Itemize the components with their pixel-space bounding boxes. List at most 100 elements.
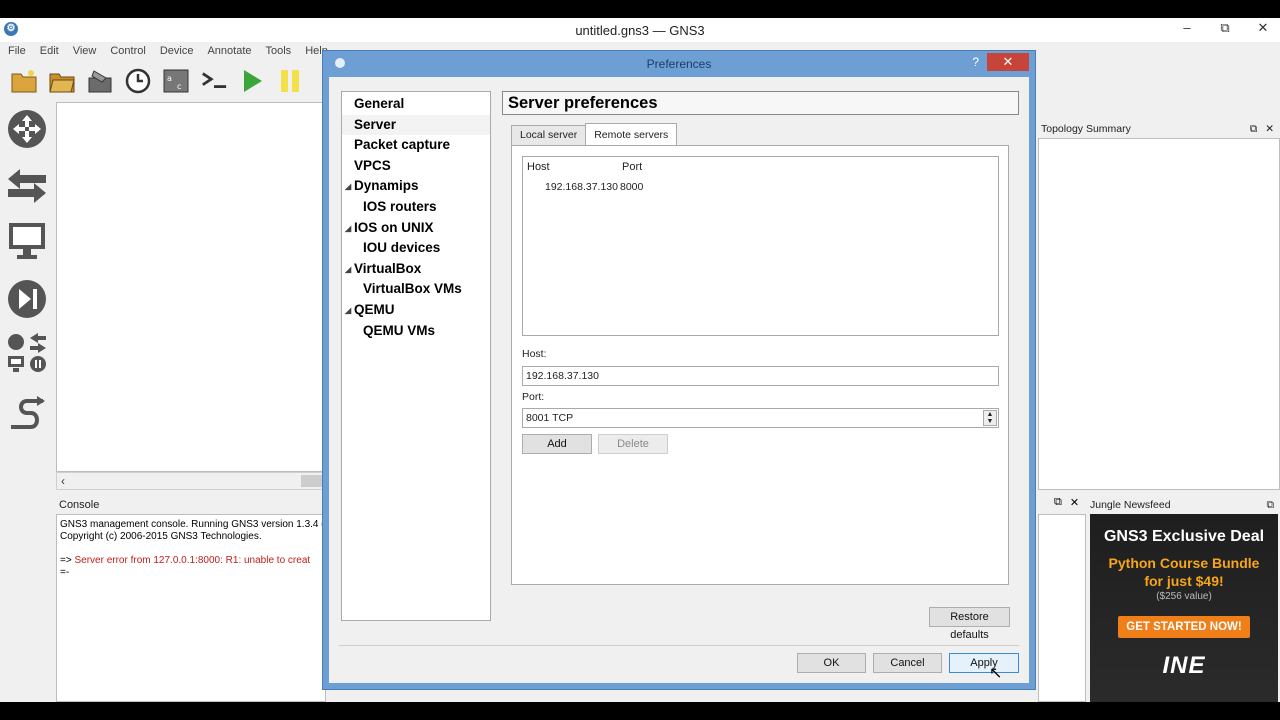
ad-offer-line1: Python Course Bundle bbox=[1108, 555, 1260, 571]
close-icon[interactable]: ✕ bbox=[1070, 496, 1079, 509]
tab-remote-servers[interactable]: Remote servers bbox=[585, 123, 678, 145]
expand-arrow-icon[interactable]: ◢ bbox=[345, 260, 351, 280]
switch-icon[interactable] bbox=[6, 164, 48, 206]
end-device-icon[interactable] bbox=[6, 220, 48, 262]
video-letterbox-bottom bbox=[0, 702, 1280, 720]
all-devices-icon[interactable] bbox=[6, 332, 48, 374]
nav-item-vpcs[interactable]: VPCS bbox=[342, 156, 490, 177]
newsfeed-title: Jungle Newsfeed ⧉ bbox=[1088, 496, 1280, 514]
tab-local-server[interactable]: Local server bbox=[511, 125, 587, 145]
ad-value: ($256 value) bbox=[1156, 591, 1212, 602]
port-spinner[interactable]: ▲ ▼ bbox=[983, 410, 997, 426]
scroll-left-icon[interactable]: ‹ bbox=[61, 474, 65, 488]
security-device-icon[interactable] bbox=[6, 278, 48, 320]
restore-defaults-button[interactable]: Restore defaults bbox=[929, 607, 1010, 641]
port-value: 8001 TCP bbox=[526, 412, 574, 424]
nav-item-ios-on-unix[interactable]: ◢ IOS on UNIX bbox=[342, 218, 490, 239]
canvas-horizontal-scrollbar[interactable]: ‹ bbox=[56, 472, 326, 490]
nav-item-iou-devices[interactable]: IOU devices bbox=[342, 238, 490, 259]
server-tabs: Local server Remote servers bbox=[511, 123, 678, 145]
console-dock-title: Console bbox=[56, 496, 326, 514]
remote-servers-panel: Host Port 192.168.37.130 8000 Host: 192.… bbox=[511, 145, 1009, 585]
table-row[interactable]: 192.168.37.130 8000 bbox=[545, 181, 643, 193]
snapshot-icon[interactable] bbox=[124, 67, 152, 95]
screenshot-icon[interactable]: ac bbox=[162, 67, 190, 95]
close-button[interactable]: ✕ bbox=[1256, 20, 1270, 36]
column-header-port[interactable]: Port bbox=[622, 161, 642, 173]
preferences-dialog: Preferences ? ✕ General Server Packet ca… bbox=[322, 50, 1036, 690]
new-project-icon[interactable] bbox=[10, 67, 38, 95]
cancel-button[interactable]: Cancel bbox=[873, 653, 942, 673]
open-project-icon[interactable] bbox=[48, 67, 76, 95]
nav-item-qemu-vms[interactable]: QEMU VMs bbox=[342, 321, 490, 342]
expand-arrow-icon[interactable]: ◢ bbox=[345, 301, 351, 321]
newsfeed-ad[interactable]: GNS3 Exclusive Deal Python Course Bundle… bbox=[1090, 514, 1278, 702]
column-header-host[interactable]: Host bbox=[527, 161, 622, 173]
console-prompt: => bbox=[60, 555, 72, 566]
host-label: Host: bbox=[522, 348, 547, 360]
server-host-cell: 192.168.37.130 bbox=[545, 181, 618, 193]
suspend-all-icon[interactable] bbox=[276, 67, 304, 95]
port-input[interactable]: 8001 TCP ▲ ▼ bbox=[522, 408, 999, 428]
console-error-line: => Server error from 127.0.0.1:8000: R1:… bbox=[60, 555, 322, 567]
undock-icon[interactable]: ⧉ bbox=[1250, 120, 1258, 138]
menu-view[interactable]: View bbox=[73, 45, 97, 57]
menu-tools[interactable]: Tools bbox=[266, 45, 292, 57]
main-toolbar: ac bbox=[0, 61, 340, 101]
help-button[interactable]: ? bbox=[972, 55, 979, 69]
delete-button[interactable]: Delete bbox=[598, 434, 668, 454]
title-bar: ⚙ untitled.gns3 — GNS3 – ⧉ ✕ bbox=[0, 18, 1280, 42]
nav-item-qemu[interactable]: ◢ QEMU bbox=[342, 300, 490, 321]
expand-arrow-icon[interactable]: ◢ bbox=[345, 219, 351, 239]
undock-icon[interactable]: ⧉ bbox=[1267, 496, 1275, 514]
add-link-icon[interactable] bbox=[6, 396, 48, 438]
video-letterbox-top bbox=[0, 0, 1280, 18]
dialog-title-bar: Preferences bbox=[323, 51, 1035, 77]
ok-button[interactable]: OK bbox=[797, 653, 866, 673]
nav-item-general[interactable]: General bbox=[342, 94, 490, 115]
console-all-icon[interactable] bbox=[200, 67, 228, 95]
window-title: untitled.gns3 — GNS3 bbox=[575, 23, 705, 38]
expand-arrow-icon[interactable]: ◢ bbox=[345, 177, 351, 197]
router-icon[interactable] bbox=[6, 108, 48, 150]
menu-edit[interactable]: Edit bbox=[40, 45, 59, 57]
console-error-text: Server error from 127.0.0.1:8000: R1: un… bbox=[74, 555, 311, 566]
menu-control[interactable]: Control bbox=[110, 45, 145, 57]
restore-button[interactable]: ⧉ bbox=[1218, 20, 1232, 36]
nav-item-ios-routers[interactable]: IOS routers bbox=[342, 197, 490, 218]
gns3-main-window: ⚙ untitled.gns3 — GNS3 – ⧉ ✕ File Edit V… bbox=[0, 18, 1280, 702]
close-icon[interactable]: ✕ bbox=[1265, 120, 1274, 138]
console-input-line[interactable]: =- bbox=[60, 567, 322, 579]
ine-logo: INE bbox=[1162, 652, 1206, 679]
ad-cta-button[interactable]: GET STARTED NOW! bbox=[1118, 616, 1250, 638]
svg-text:c: c bbox=[177, 82, 181, 91]
host-input[interactable]: 192.168.37.130 bbox=[522, 366, 999, 386]
undock-icon[interactable]: ⧉ bbox=[1054, 496, 1062, 509]
save-project-icon[interactable] bbox=[86, 67, 114, 95]
server-list-header: Host Port bbox=[527, 161, 642, 173]
menu-annotate[interactable]: Annotate bbox=[207, 45, 251, 57]
svg-text:a: a bbox=[167, 74, 172, 83]
dialog-app-icon bbox=[335, 58, 345, 68]
console-output[interactable]: GNS3 management console. Running GNS3 ve… bbox=[56, 514, 326, 702]
start-all-icon[interactable] bbox=[238, 67, 266, 95]
device-dock bbox=[0, 102, 54, 482]
menu-file[interactable]: File bbox=[8, 45, 26, 57]
nav-item-virtualbox[interactable]: ◢ VirtualBox bbox=[342, 259, 490, 280]
dialog-title: Preferences bbox=[646, 57, 712, 71]
menu-device[interactable]: Device bbox=[160, 45, 194, 57]
remote-server-list[interactable]: Host Port 192.168.37.130 8000 bbox=[522, 156, 999, 336]
nav-item-virtualbox-vms[interactable]: VirtualBox VMs bbox=[342, 279, 490, 300]
topology-canvas[interactable] bbox=[56, 102, 326, 472]
nav-item-packet-capture[interactable]: Packet capture bbox=[342, 135, 490, 156]
dialog-close-button[interactable]: ✕ bbox=[987, 53, 1029, 71]
topology-summary-title: Topology Summary ⧉ ✕ bbox=[1038, 120, 1280, 138]
nav-item-dynamips[interactable]: ◢ Dynamips bbox=[342, 176, 490, 197]
port-label: Port: bbox=[522, 391, 545, 403]
apply-button[interactable]: Apply bbox=[949, 653, 1019, 673]
nav-item-server[interactable]: Server bbox=[342, 114, 490, 136]
minimize-button[interactable]: – bbox=[1180, 20, 1194, 36]
ad-offer-line2: for just $49! bbox=[1144, 573, 1224, 589]
newsfeed-label: Jungle Newsfeed bbox=[1090, 499, 1171, 511]
add-button[interactable]: Add bbox=[522, 434, 592, 454]
